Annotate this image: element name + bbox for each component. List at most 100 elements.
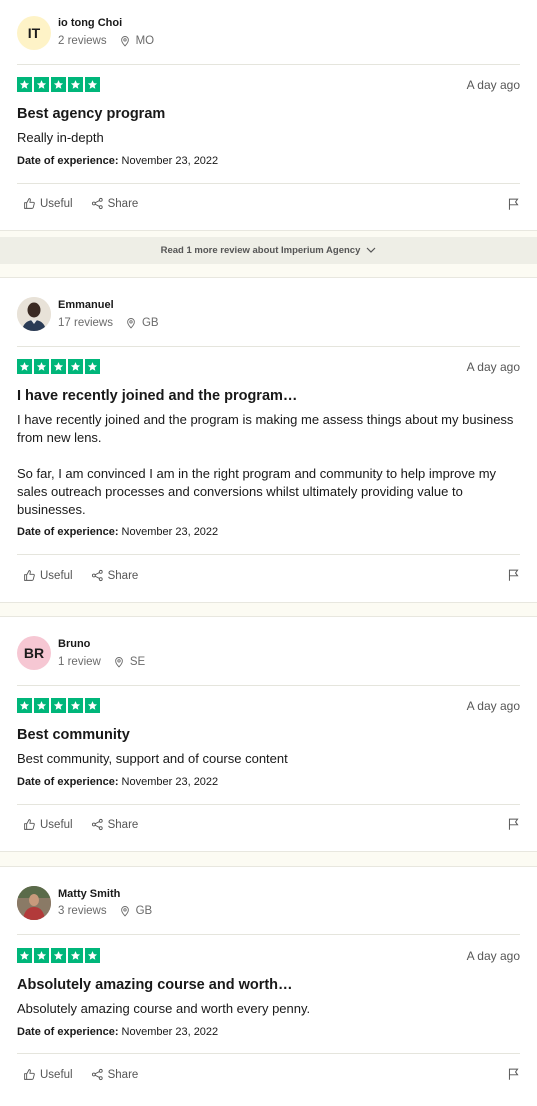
profile-photo-icon: [17, 297, 51, 331]
date-label: Date of experience:: [17, 526, 119, 538]
star-icon: [85, 77, 100, 92]
posted-date: A day ago: [466, 699, 520, 713]
location-pin-icon: [113, 656, 125, 668]
review-title[interactable]: Best agency program: [17, 106, 165, 122]
star-icon: [68, 77, 83, 92]
share-label: Share: [107, 569, 139, 582]
date-value: November 23, 2022: [121, 1026, 219, 1038]
posted-date: A day ago: [466, 949, 520, 963]
useful-button[interactable]: Useful: [23, 1068, 73, 1081]
thumbs-up-icon: [23, 569, 36, 582]
star-icon: [85, 359, 100, 374]
share-button[interactable]: Share: [91, 818, 139, 831]
avatar[interactable]: [17, 886, 51, 920]
reviewer-name[interactable]: Matty Smith: [58, 888, 120, 900]
share-icon: [91, 569, 104, 582]
reviewer-meta: 17 reviews GB: [58, 317, 159, 329]
location-pin-icon: [119, 905, 131, 917]
reviewer-name[interactable]: Bruno: [58, 638, 90, 650]
divider: [17, 64, 520, 65]
star-icon: [34, 77, 49, 92]
date-of-experience: Date of experience: November 23, 2022: [17, 776, 218, 788]
star-icon: [68, 948, 83, 963]
avatar[interactable]: [17, 297, 51, 331]
review-title[interactable]: I have recently joined and the program…: [17, 388, 297, 404]
divider: [17, 685, 520, 686]
reviewer-name[interactable]: Emmanuel: [58, 299, 114, 311]
review-title[interactable]: Absolutely amazing course and worth…: [17, 977, 293, 993]
review-card: Emmanuel 17 reviews GB A day ago I have …: [0, 277, 537, 603]
share-label: Share: [107, 197, 139, 210]
thumbs-up-icon: [23, 1068, 36, 1081]
date-value: November 23, 2022: [121, 776, 219, 788]
star-icon: [68, 359, 83, 374]
reviewer-meta: 2 reviews MO: [58, 35, 154, 47]
country-code: SE: [129, 656, 146, 668]
star-icon: [34, 948, 49, 963]
review-card: BR Bruno 1 review SE A day ago Best comm…: [0, 616, 537, 852]
star-icon: [51, 77, 66, 92]
posted-date: A day ago: [466, 360, 520, 374]
review-paragraph: I have recently joined and the program i…: [17, 412, 514, 445]
review-body: Really in-depth: [17, 130, 104, 145]
star-icon: [17, 359, 32, 374]
share-icon: [91, 1068, 104, 1081]
review-count: 1 review: [58, 656, 101, 668]
share-button[interactable]: Share: [91, 197, 139, 210]
star-icon: [51, 698, 66, 713]
share-label: Share: [107, 1068, 139, 1081]
review-actions: Useful Share: [23, 818, 156, 831]
star-icon: [17, 77, 32, 92]
review-count: 3 reviews: [58, 905, 107, 917]
chevron-down-icon: [366, 247, 376, 253]
star-icon: [17, 698, 32, 713]
star-icon: [51, 948, 66, 963]
review-title[interactable]: Best community: [17, 727, 130, 743]
divider: [17, 183, 520, 184]
useful-label: Useful: [40, 569, 73, 582]
review-card: IT io tong Choi 2 reviews MO A day ago B…: [0, 0, 537, 231]
divider: [17, 346, 520, 347]
date-of-experience: Date of experience: November 23, 2022: [17, 526, 218, 538]
review-count: 2 reviews: [58, 35, 107, 47]
share-icon: [91, 818, 104, 831]
useful-button[interactable]: Useful: [23, 569, 73, 582]
star-rating: [17, 77, 100, 92]
useful-label: Useful: [40, 197, 73, 210]
report-flag-icon[interactable]: [507, 817, 520, 836]
useful-button[interactable]: Useful: [23, 818, 73, 831]
reviewer-name[interactable]: io tong Choi: [58, 17, 122, 29]
avatar[interactable]: BR: [17, 636, 51, 670]
report-flag-icon[interactable]: [507, 1067, 520, 1086]
location-pin-icon: [119, 35, 131, 47]
review-count: 17 reviews: [58, 317, 113, 329]
review-body: Absolutely amazing course and worth ever…: [17, 1001, 311, 1016]
star-icon: [34, 698, 49, 713]
thumbs-up-icon: [23, 818, 36, 831]
star-rating: [17, 359, 100, 374]
share-button[interactable]: Share: [91, 1068, 139, 1081]
star-icon: [34, 359, 49, 374]
useful-button[interactable]: Useful: [23, 197, 73, 210]
date-of-experience: Date of experience: November 23, 2022: [17, 155, 218, 167]
star-icon: [85, 948, 100, 963]
date-value: November 23, 2022: [121, 155, 219, 167]
country-code: MO: [135, 35, 155, 47]
share-label: Share: [107, 818, 139, 831]
star-rating: [17, 698, 100, 713]
report-flag-icon[interactable]: [507, 568, 520, 587]
read-more-button[interactable]: Read 1 more review about Imperium Agency: [0, 237, 537, 264]
read-more-label: Read 1 more review about Imperium Agency: [160, 245, 361, 256]
profile-photo-icon: [17, 886, 51, 920]
star-icon: [17, 948, 32, 963]
review-body: Best community, support and of course co…: [17, 751, 288, 766]
date-label: Date of experience:: [17, 776, 119, 788]
avatar[interactable]: IT: [17, 16, 51, 50]
posted-date: A day ago: [466, 78, 520, 92]
date-of-experience: Date of experience: November 23, 2022: [17, 1026, 218, 1038]
share-icon: [91, 197, 104, 210]
review-actions: Useful Share: [23, 197, 156, 210]
divider: [17, 554, 520, 555]
share-button[interactable]: Share: [91, 569, 139, 582]
report-flag-icon[interactable]: [507, 197, 520, 216]
